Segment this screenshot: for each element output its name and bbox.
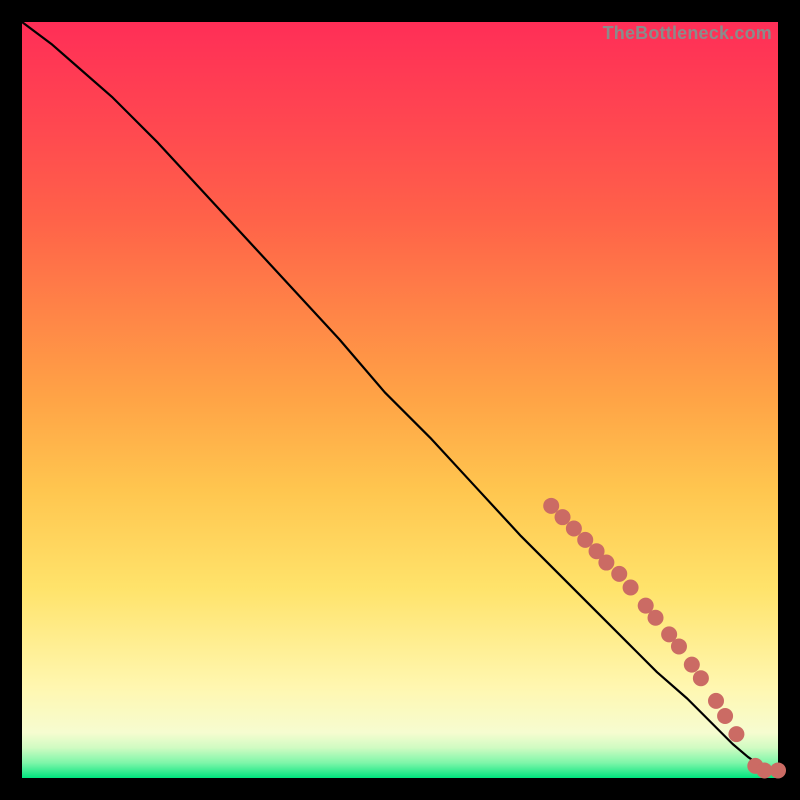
marker-dot bbox=[756, 762, 772, 778]
marker-layer bbox=[543, 498, 786, 779]
marker-dot bbox=[693, 670, 709, 686]
marker-dot bbox=[728, 726, 744, 742]
marker-dot bbox=[555, 509, 571, 525]
marker-dot bbox=[648, 610, 664, 626]
marker-dot bbox=[611, 566, 627, 582]
curve-path bbox=[22, 22, 778, 770]
marker-dot bbox=[717, 708, 733, 724]
marker-dot bbox=[770, 762, 786, 778]
marker-dot bbox=[684, 657, 700, 673]
marker-dot bbox=[598, 555, 614, 571]
marker-dot bbox=[577, 532, 593, 548]
marker-dot bbox=[566, 521, 582, 537]
marker-dot bbox=[708, 693, 724, 709]
marker-dot bbox=[671, 638, 687, 654]
plot-area: TheBottleneck.com bbox=[22, 22, 778, 778]
marker-dot bbox=[543, 498, 559, 514]
chart-stage: TheBottleneck.com bbox=[0, 0, 800, 800]
marker-dot bbox=[623, 579, 639, 595]
chart-svg bbox=[22, 22, 778, 778]
